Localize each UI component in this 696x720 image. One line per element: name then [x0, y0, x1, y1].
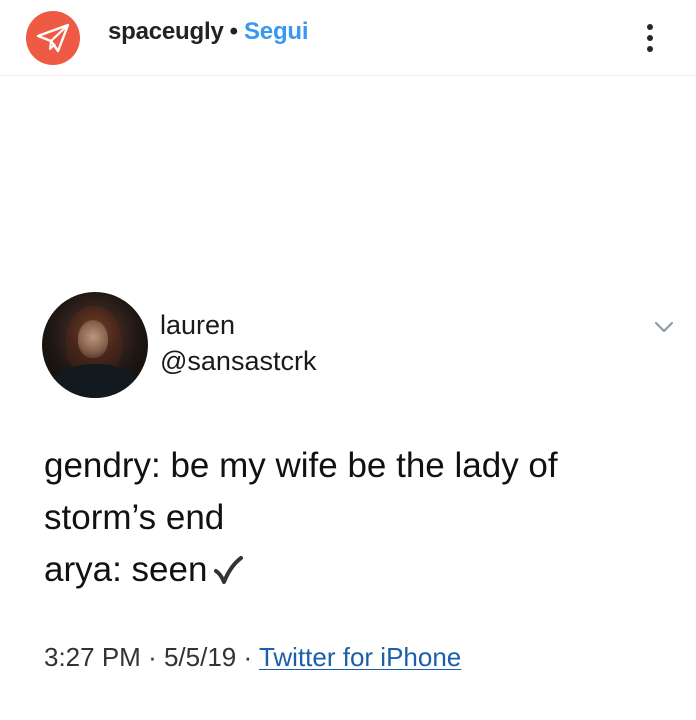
tweet-handle[interactable]: @sansastcrk	[160, 345, 316, 377]
tweet-time: 3:27 PM	[44, 642, 141, 672]
tweet-body: gendry: be my wife be the lady of storm’…	[44, 440, 664, 596]
account-avatar[interactable]	[26, 11, 80, 65]
chevron-down-icon[interactable]	[652, 317, 676, 337]
meta-separator: ·	[148, 642, 157, 672]
separator-dot: •	[229, 18, 238, 45]
tweet-line-with-check: arya: seen	[44, 544, 664, 596]
paper-plane-icon	[36, 23, 70, 53]
post-header: spaceugly • Segui	[0, 0, 696, 76]
tweet-line: gendry: be my wife be the lady of	[44, 446, 558, 485]
tweet-display-name[interactable]: lauren	[160, 309, 235, 341]
meta-separator: ·	[243, 642, 253, 672]
account-username[interactable]: spaceugly	[108, 18, 224, 45]
tweet-metadata: 3:27 PM · 5/5/19 · Twitter for iPhone	[44, 640, 461, 674]
tweet-date: 5/5/19	[163, 642, 237, 672]
tweet-source-link[interactable]: Twitter for iPhone	[259, 642, 461, 672]
follow-button[interactable]: Segui	[244, 18, 309, 45]
tweet-line: storm’s end	[44, 498, 225, 537]
tweet-author-avatar[interactable]	[42, 292, 148, 398]
vertical-ellipsis-icon[interactable]	[636, 14, 664, 62]
checkmark-icon	[214, 556, 244, 584]
account-name-bar: spaceugly • Segui	[108, 17, 309, 47]
tweet-line: arya: seen	[44, 550, 208, 589]
